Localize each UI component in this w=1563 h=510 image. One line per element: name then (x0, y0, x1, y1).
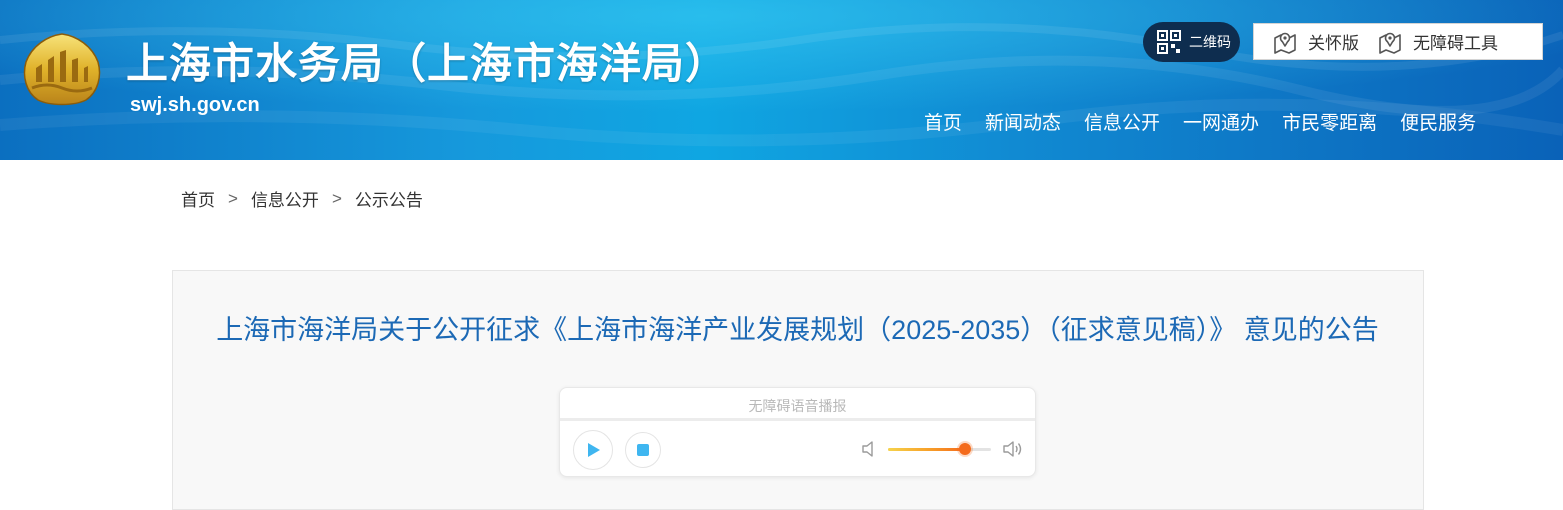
breadcrumb-separator: > (331, 188, 342, 208)
qr-code-button[interactable]: 二维码 (1143, 22, 1240, 62)
stop-button[interactable] (625, 432, 661, 468)
play-button[interactable] (573, 430, 613, 470)
map-pin-icon (1379, 32, 1401, 54)
nav-item-convenience[interactable]: 便民服务 (1400, 108, 1476, 135)
play-icon (588, 443, 600, 457)
breadcrumb-announcements[interactable]: 公示公告 (355, 186, 423, 211)
volume-low-icon[interactable] (861, 440, 879, 458)
nav-item-home[interactable]: 首页 (924, 108, 962, 135)
volume-knob[interactable] (959, 443, 972, 455)
breadcrumb-info-disclosure[interactable]: 信息公开 (251, 186, 319, 211)
accessibility-tools-button[interactable]: 无障碍工具 (1377, 29, 1498, 55)
stop-icon (637, 444, 649, 456)
qr-code-icon (1157, 30, 1181, 54)
nav-item-citizen[interactable]: 市民零距离 (1282, 108, 1377, 135)
volume-fill (888, 448, 966, 451)
site-header: 上海市水务局（上海市海洋局） swj.sh.gov.cn 二维码 关怀版 无障碍… (0, 0, 1563, 160)
volume-slider[interactable] (888, 443, 991, 455)
logo-emblem-icon (23, 33, 101, 106)
map-pin-icon (1274, 32, 1296, 54)
care-mode-label: 关怀版 (1308, 34, 1359, 53)
audio-progress-bar[interactable] (560, 418, 1035, 421)
article-title: 上海市海洋局关于公开征求《上海市海洋产业发展规划（2025-2035）（征求意见… (216, 315, 1379, 345)
nav-item-one-stop-service[interactable]: 一网通办 (1183, 108, 1259, 135)
volume-high-icon[interactable] (1002, 439, 1024, 459)
breadcrumb-home[interactable]: 首页 (181, 186, 215, 211)
audio-player: 无障碍语音播报 (559, 387, 1036, 477)
audio-player-label: 无障碍语音播报 (748, 398, 847, 414)
breadcrumb-separator: > (228, 188, 238, 208)
main-nav: 首页 新闻动态 信息公开 一网通办 市民零距离 便民服务 (924, 108, 1499, 135)
site-url: swj.sh.gov.cn (130, 94, 260, 116)
care-mode-button[interactable]: 关怀版 (1272, 29, 1359, 55)
site-title: 上海市水务局（上海市海洋局） (126, 40, 729, 87)
accessibility-tools-label: 无障碍工具 (1413, 34, 1498, 53)
nav-item-info-disclosure[interactable]: 信息公开 (1084, 108, 1160, 135)
nav-item-news[interactable]: 新闻动态 (985, 108, 1061, 135)
qr-code-label: 二维码 (1189, 34, 1231, 50)
breadcrumb: 首页 > 信息公开 > 公示公告 (181, 186, 423, 211)
tools-box: 关怀版 无障碍工具 (1253, 23, 1543, 60)
